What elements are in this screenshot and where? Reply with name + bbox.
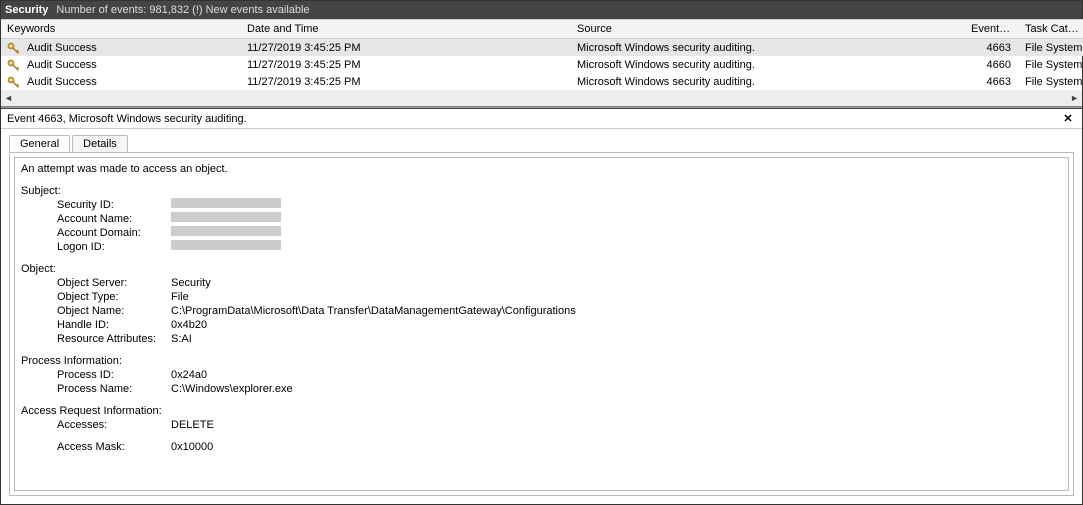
cell-source: Microsoft Windows security auditing. bbox=[571, 76, 965, 88]
event-summary: An attempt was made to access an object. bbox=[21, 162, 1062, 176]
label-logon-id: Logon ID: bbox=[21, 240, 171, 254]
detail-pane: Event 4663, Microsoft Windows security a… bbox=[1, 107, 1082, 504]
label-access-mask: Access Mask: bbox=[21, 440, 171, 454]
label-object-name: Object Name: bbox=[21, 304, 171, 318]
event-list-pane: Keywords Date and Time Source Event ID T… bbox=[1, 19, 1082, 107]
event-row[interactable]: Audit Success 11/27/2019 3:45:25 PM Micr… bbox=[1, 39, 1083, 56]
label-account-name: Account Name: bbox=[21, 212, 171, 226]
titlebar-primary: Security bbox=[5, 1, 48, 19]
value-process-name: C:\Windows\explorer.exe bbox=[171, 382, 1062, 396]
cell-keywords: Audit Success bbox=[27, 76, 97, 88]
cell-eventid: 4660 bbox=[965, 59, 1019, 71]
scroll-right-icon[interactable]: ► bbox=[1070, 93, 1079, 103]
redacted-value bbox=[171, 226, 281, 236]
value-access-mask: 0x10000 bbox=[171, 440, 1062, 454]
value-process-id: 0x24a0 bbox=[171, 368, 1062, 382]
label-account-domain: Account Domain: bbox=[21, 226, 171, 240]
label-object-server: Object Server: bbox=[21, 276, 171, 290]
key-icon bbox=[7, 59, 19, 71]
label-process-id: Process ID: bbox=[21, 368, 171, 382]
col-eventid[interactable]: Event ID bbox=[965, 23, 1019, 35]
cell-taskcat: File System bbox=[1019, 76, 1083, 88]
redacted-value bbox=[171, 212, 281, 222]
cell-keywords: Audit Success bbox=[27, 42, 97, 54]
col-datetime[interactable]: Date and Time bbox=[241, 23, 571, 35]
event-row[interactable]: Audit Success 11/27/2019 3:45:25 PM Micr… bbox=[1, 56, 1083, 73]
event-list-header: Keywords Date and Time Source Event ID T… bbox=[1, 19, 1083, 39]
process-head: Process Information: bbox=[21, 354, 1062, 368]
titlebar-secondary: Number of events: 981,832 (!) New events… bbox=[56, 1, 309, 19]
tab-details[interactable]: Details bbox=[72, 135, 128, 152]
tab-general[interactable]: General bbox=[9, 135, 70, 152]
value-object-server: Security bbox=[171, 276, 1062, 290]
label-object-type: Object Type: bbox=[21, 290, 171, 304]
object-head: Object: bbox=[21, 262, 1062, 276]
label-accesses: Accesses: bbox=[21, 418, 171, 432]
cell-taskcat: File System bbox=[1019, 59, 1083, 71]
label-process-name: Process Name: bbox=[21, 382, 171, 396]
cell-taskcat: File System bbox=[1019, 42, 1083, 54]
cell-eventid: 4663 bbox=[965, 76, 1019, 88]
cell-source: Microsoft Windows security auditing. bbox=[571, 59, 965, 71]
cell-keywords: Audit Success bbox=[27, 59, 97, 71]
key-icon bbox=[7, 42, 19, 54]
value-object-name: C:\ProgramData\Microsoft\Data Transfer\D… bbox=[171, 304, 1062, 318]
detail-tabs: General Details bbox=[9, 135, 1082, 152]
close-icon[interactable]: ✕ bbox=[1060, 109, 1076, 129]
event-row[interactable]: Audit Success 11/27/2019 3:45:25 PM Micr… bbox=[1, 73, 1083, 90]
detail-titlebar: Event 4663, Microsoft Windows security a… bbox=[1, 109, 1082, 129]
col-source[interactable]: Source bbox=[571, 23, 965, 35]
value-resource-attributes: S:AI bbox=[171, 332, 1062, 346]
value-handle-id: 0x4b20 bbox=[171, 318, 1062, 332]
value-object-type: File bbox=[171, 290, 1062, 304]
col-keywords[interactable]: Keywords bbox=[1, 23, 241, 35]
label-resource-attributes: Resource Attributes: bbox=[21, 332, 171, 346]
horizontal-scrollbar[interactable]: ◄ ► bbox=[1, 90, 1082, 106]
cell-datetime: 11/27/2019 3:45:25 PM bbox=[241, 42, 571, 54]
scroll-left-icon[interactable]: ◄ bbox=[4, 93, 13, 103]
col-taskcat[interactable]: Task Category bbox=[1019, 23, 1083, 35]
tab-body: An attempt was made to access an object.… bbox=[9, 152, 1074, 496]
redacted-value bbox=[171, 240, 281, 250]
access-head: Access Request Information: bbox=[21, 404, 1062, 418]
value-accesses: DELETE bbox=[171, 418, 1062, 432]
titlebar: Security Number of events: 981,832 (!) N… bbox=[1, 1, 1082, 19]
label-security-id: Security ID: bbox=[21, 198, 171, 212]
redacted-value bbox=[171, 198, 281, 208]
label-handle-id: Handle ID: bbox=[21, 318, 171, 332]
key-icon bbox=[7, 76, 19, 88]
detail-title-text: Event 4663, Microsoft Windows security a… bbox=[7, 109, 247, 129]
event-description-box[interactable]: An attempt was made to access an object.… bbox=[14, 157, 1069, 491]
cell-datetime: 11/27/2019 3:45:25 PM bbox=[241, 76, 571, 88]
cell-datetime: 11/27/2019 3:45:25 PM bbox=[241, 59, 571, 71]
subject-head: Subject: bbox=[21, 184, 1062, 198]
cell-source: Microsoft Windows security auditing. bbox=[571, 42, 965, 54]
cell-eventid: 4663 bbox=[965, 42, 1019, 54]
